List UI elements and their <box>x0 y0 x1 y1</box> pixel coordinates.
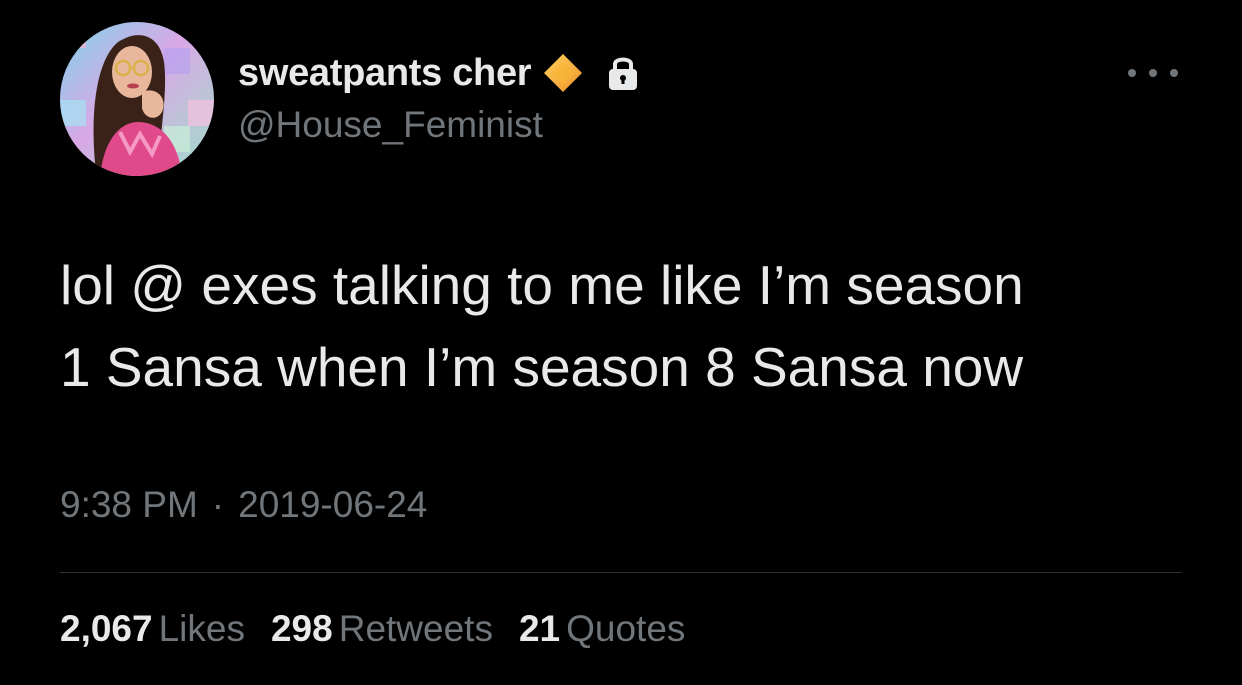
dot <box>1170 69 1178 77</box>
more-options-icon[interactable] <box>1128 60 1178 86</box>
tweet-timestamp[interactable]: 9:38 PM · 2019-06-24 <box>60 484 427 526</box>
user-handle[interactable]: @House_Feminist <box>238 104 639 146</box>
avatar[interactable] <box>60 22 214 176</box>
separator: · <box>211 484 225 525</box>
quotes-stat[interactable]: 21 Quotes <box>519 608 685 650</box>
likes-count: 2,067 <box>60 608 153 649</box>
display-name-row: sweatpants cher <box>238 48 639 98</box>
dot <box>1128 69 1136 77</box>
retweets-count: 298 <box>270 608 333 649</box>
user-names: sweatpants cher @House_Feminist <box>238 48 639 146</box>
diamond-badge-icon <box>541 51 585 95</box>
tweet-card: sweatpants cher @House_Feminist lol @ ex… <box>0 0 1242 685</box>
quotes-label: Quotes <box>566 608 686 649</box>
divider <box>60 572 1182 573</box>
retweets-label: Retweets <box>338 608 493 649</box>
quotes-count: 21 <box>518 608 561 649</box>
display-name[interactable]: sweatpants cher <box>238 52 532 95</box>
retweets-stat[interactable]: 298 Retweets <box>271 608 493 650</box>
tweet-text: lol @ exes talking to me like I’m season… <box>60 254 1024 398</box>
likes-stat[interactable]: 2,067 Likes <box>60 608 245 650</box>
dot <box>1149 69 1157 77</box>
likes-label: Likes <box>158 608 245 649</box>
tweet-time: 9:38 PM <box>60 484 198 525</box>
lock-icon <box>607 54 639 92</box>
tweet-date: 2019-06-24 <box>238 484 428 525</box>
engagement-stats: 2,067 Likes 298 Retweets 21 Quotes <box>60 608 685 650</box>
